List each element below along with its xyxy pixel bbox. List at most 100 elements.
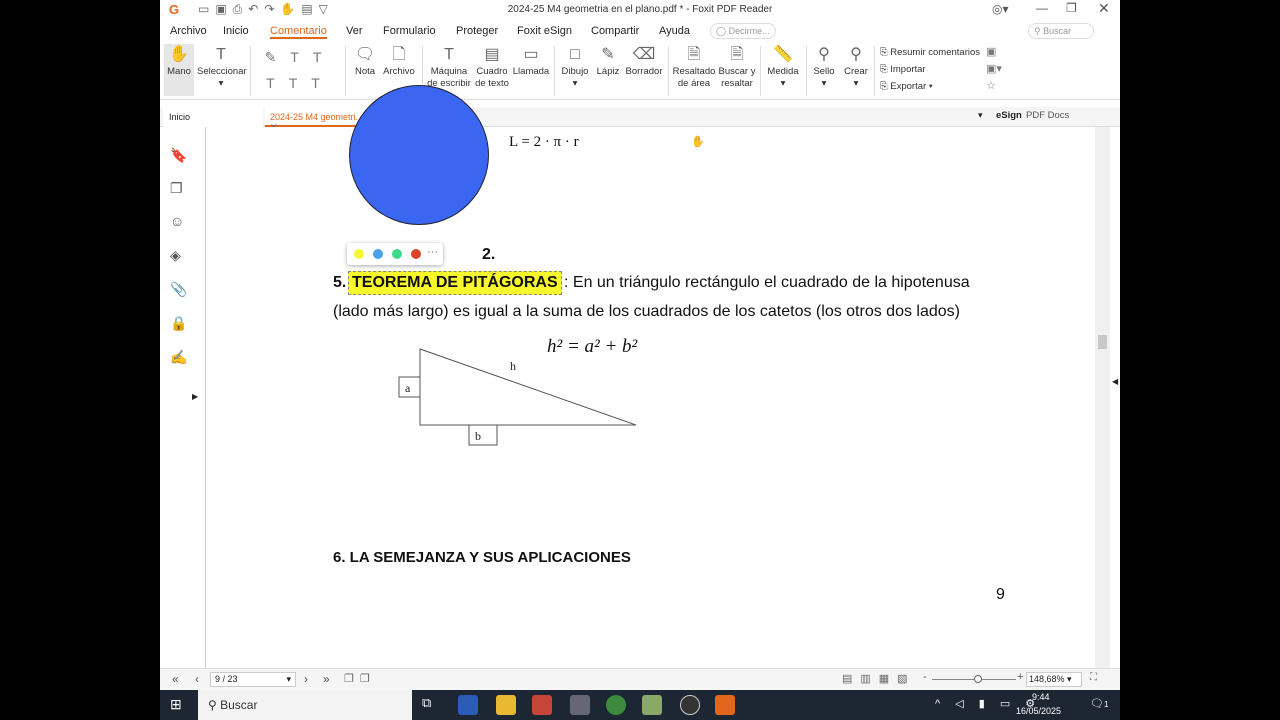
attachment-icon[interactable]: 📎: [170, 281, 187, 298]
menu-compartir[interactable]: Compartir: [591, 25, 639, 37]
label: Nota: [354, 66, 376, 77]
menu-proteger[interactable]: Proteger: [456, 25, 498, 37]
vertical-scrollbar[interactable]: [1095, 127, 1110, 668]
file-explorer-icon[interactable]: [496, 695, 516, 715]
calculator-icon[interactable]: [570, 695, 590, 715]
windows-start-icon[interactable]: ⊞: [170, 696, 182, 713]
hand-tool-button[interactable]: ✋ Mano: [164, 44, 194, 96]
label: Lápiz: [596, 66, 620, 77]
menu-formulario[interactable]: Formulario: [383, 25, 436, 37]
typewriter-icon: T: [444, 46, 454, 63]
color-yellow[interactable]: [354, 249, 364, 259]
label: Inicio: [169, 112, 191, 122]
search-input[interactable]: ⚲ Buscar: [1028, 23, 1094, 39]
typewriter-button[interactable]: T Máquina de escribir: [426, 44, 472, 90]
search-highlight-button[interactable]: 🗎 Buscar y resaltar: [718, 44, 756, 90]
prev-page-button[interactable]: ‹: [195, 672, 199, 686]
notification-count: 1: [1103, 700, 1109, 709]
expand-sidebar-icon[interactable]: ▶: [192, 392, 198, 401]
restore-button[interactable]: ❐: [1066, 1, 1077, 15]
label: Resumir comentarios: [890, 47, 980, 58]
more-colors-icon[interactable]: ···: [427, 246, 438, 258]
minimize-button[interactable]: —: [1036, 1, 1048, 15]
tell-me-input[interactable]: ◯ Decirme...: [710, 23, 776, 39]
word-icon[interactable]: [458, 695, 478, 715]
page-number: 9: [996, 586, 1005, 603]
left-sidebar: 🔖 ❐ ☺ ◈ 📎 🔒 ✍ ▶: [160, 127, 206, 668]
zoom-slider-thumb[interactable]: [974, 675, 983, 683]
callout-button[interactable]: ▭ Llamada: [512, 44, 550, 78]
pages-icon[interactable]: ❐: [170, 180, 183, 197]
heading-5-highlighted[interactable]: TEOREMA DE PITÁGORAS: [348, 271, 562, 295]
pencil-button[interactable]: ✎ Lápiz: [594, 44, 622, 78]
notifications-icon[interactable]: 🗨1: [1090, 697, 1108, 710]
pencil-icon: ✎: [601, 46, 615, 63]
ribbon: ✋ Mano T Seleccionar ▾ ✎TT TTT 🗨 Nota 🗋 Archiv…: [160, 42, 1120, 100]
right-panel-toggle-icon[interactable]: ◀: [1112, 377, 1118, 386]
esign-label[interactable]: eSign: [996, 110, 1022, 121]
file-attach-button[interactable]: 🗋 Archivo: [382, 44, 416, 78]
area-highlight-button[interactable]: 🗎 Resaltado de área: [672, 44, 716, 90]
app-icon-3[interactable]: [680, 695, 700, 715]
zoom-out-button[interactable]: -: [923, 671, 927, 683]
menu-inicio[interactable]: Inicio: [223, 25, 249, 37]
eraser-button[interactable]: ⌫ Borrador: [624, 44, 664, 78]
layout-mode-icons[interactable]: ▤▥▦▧: [842, 672, 916, 685]
right-triangle-diagram: [398, 348, 637, 446]
zoom-slider[interactable]: [932, 675, 1016, 683]
drawing-button[interactable]: □ Dibujo ▾: [558, 44, 592, 90]
fullscreen-icon[interactable]: ⛶: [1090, 672, 1097, 683]
zoom-value: 148,68%: [1029, 674, 1065, 684]
pdf-docs-label[interactable]: PDF Docs: [1026, 110, 1069, 121]
page-view-icons[interactable]: ❐❐: [344, 672, 376, 685]
import-button[interactable]: ⎘ Importar: [880, 61, 980, 78]
account-icon[interactable]: ◎▾: [992, 2, 1009, 16]
first-page-button[interactable]: «: [172, 672, 179, 686]
text-markup-tools[interactable]: ✎TT TTT: [260, 44, 340, 96]
scroll-thumb[interactable]: [1098, 335, 1107, 349]
create-stamp-button[interactable]: ⚲ Crear ▾: [842, 44, 870, 90]
search-placeholder: Buscar: [1043, 26, 1072, 36]
page-input[interactable]: 9 / 23 ▾: [210, 672, 296, 687]
tab-inicio[interactable]: Inicio: [163, 107, 263, 127]
security-icon[interactable]: 🔒: [170, 315, 187, 332]
taskbar-search[interactable]: ⚲ Buscar: [198, 690, 412, 720]
task-view-icon[interactable]: ⧉: [422, 695, 442, 715]
tabs-dropdown-icon[interactable]: ▾: [978, 110, 983, 121]
summarize-comments-button[interactable]: ⎘ Resumir comentarios: [880, 44, 980, 61]
select-tool-button[interactable]: T Seleccionar ▾: [197, 44, 247, 90]
hand-cursor-icon: ✋: [691, 136, 705, 148]
measure-button[interactable]: 📏 Medida ▾: [764, 44, 802, 90]
app-icon[interactable]: [532, 695, 552, 715]
stamp-button[interactable]: ⚲ Sello ▾: [810, 44, 838, 90]
layers-icon[interactable]: ◈: [170, 247, 181, 264]
last-page-button[interactable]: »: [323, 672, 330, 686]
export-button[interactable]: ⎘ Exportar ▾: [880, 78, 980, 95]
textbox-button[interactable]: ▤ Cuadro de texto: [474, 44, 510, 90]
color-red[interactable]: [411, 249, 421, 259]
color-green[interactable]: [392, 249, 402, 259]
menu-foxit-esign[interactable]: Foxit eSign: [517, 25, 572, 37]
label: de área: [677, 78, 711, 89]
close-button[interactable]: ✕: [1098, 0, 1110, 17]
app-icon-2[interactable]: [642, 695, 662, 715]
color-blue[interactable]: [373, 249, 383, 259]
clock-time[interactable]: 9:44: [1032, 692, 1050, 702]
foxit-taskbar-icon[interactable]: [715, 695, 735, 715]
zoom-input[interactable]: 148,68% ▾: [1026, 672, 1082, 687]
chrome-icon[interactable]: [606, 695, 626, 715]
menu-archivo[interactable]: Archivo: [170, 25, 207, 37]
comments-icon[interactable]: ☺: [170, 213, 184, 229]
menu-ayuda[interactable]: Ayuda: [659, 25, 690, 37]
menu-ver[interactable]: Ver: [346, 25, 363, 37]
file-icon: 🗋: [392, 46, 406, 63]
signature-icon[interactable]: ✍: [170, 349, 187, 366]
clock-date[interactable]: 16/05/2025: [1016, 706, 1061, 716]
note-button[interactable]: 🗨 Nota: [352, 44, 378, 78]
status-bar: « ‹ 9 / 23 ▾ › » ❐❐ ▤▥▦▧ - + 148,68% ▾ ⛶: [160, 668, 1120, 690]
bookmark-icon[interactable]: 🔖: [170, 147, 187, 164]
next-page-button[interactable]: ›: [304, 672, 308, 686]
zoom-in-button[interactable]: +: [1017, 671, 1023, 683]
comment-extra-icons[interactable]: ▣ ▣▾ ☆: [986, 44, 1002, 95]
menu-comentario[interactable]: Comentario: [270, 25, 327, 39]
